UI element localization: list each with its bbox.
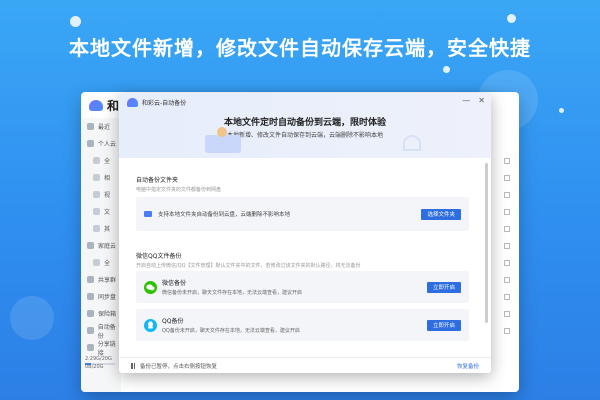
sidebar-item[interactable]: 个人云	[81, 135, 121, 152]
sidebar-item[interactable]: 分享链接	[81, 339, 121, 357]
sidebar-item[interactable]: 自动备份	[81, 322, 121, 340]
photo-icon	[93, 174, 100, 181]
resume-backup-link[interactable]: 恢复备份	[457, 362, 479, 370]
home-icon	[87, 242, 94, 249]
row-checkbox[interactable]	[504, 293, 510, 300]
storage-usage-2: 0B/20G	[85, 364, 104, 370]
row-checkbox[interactable]	[504, 276, 510, 283]
sidebar-item[interactable]: 共享群	[81, 271, 121, 288]
section-subtitle: 电脑中指定文件夹的文件都备份到网盘	[136, 187, 222, 193]
sidebar-item[interactable]: 全	[81, 254, 121, 271]
sidebar: 最近 个人云 全 相 视 文 其 家庭云 全 共享群 同步盘 保险箱 自动备份 …	[81, 118, 121, 392]
wechat-backup-card: 微信备份 微信备份未开启，聊天文件存在本地，无法云端查看，建议开启 立即开启	[136, 271, 469, 303]
dialog-title: 和彩云-自动备份	[142, 100, 187, 107]
sidebar-item[interactable]: 保险箱	[81, 305, 121, 322]
dialog-footer: 备份已暂停，点击右侧按钮恢复 恢复备份	[119, 357, 491, 373]
cloud-outline-illustration	[403, 135, 421, 151]
row-checkbox[interactable]	[504, 225, 510, 232]
more-icon	[93, 225, 100, 232]
close-button[interactable]: ✕	[478, 96, 485, 105]
chat-backup-section: 微信QQ文件备份 开启自动上传微信/QQ【文件管理】默认文件夹中的文件，若修改过…	[136, 251, 469, 269]
folder-card-text: 支持本地文件夹自动备份到云盘，云端删除不影响本地	[158, 212, 291, 218]
decor-bubble	[443, 66, 450, 73]
video-icon	[93, 191, 100, 198]
row-checkbox[interactable]	[504, 191, 510, 198]
enable-qq-backup-button[interactable]: 立即开启	[426, 319, 461, 331]
section-subtitle: 开启自动上传微信/QQ【文件管理】默认文件夹中的文件，若修改过该文件夹的默认路径…	[136, 263, 361, 269]
row-checkbox[interactable]	[504, 174, 510, 181]
row-checkbox[interactable]	[504, 310, 510, 317]
folder-icon	[93, 157, 100, 164]
decor-bubble	[507, 14, 516, 23]
row-checkbox[interactable]	[504, 157, 510, 164]
decor-bubble	[70, 16, 81, 27]
row-checkbox[interactable]	[504, 259, 510, 266]
qq-backup-desc: QQ备份未开启，聊天文件存在本地，无法云端查看，建议开启	[162, 328, 300, 334]
qq-icon	[144, 318, 157, 332]
backup-icon	[87, 327, 94, 334]
wechat-backup-desc: 微信备份未开启，聊天文件存在本地，无法云端查看，建议开启	[162, 290, 303, 296]
folder-icon	[93, 259, 100, 266]
backup-status-text: 备份已暂停，点击右侧按钮恢复	[140, 363, 218, 370]
banner-title: 本地文件定时自动备份到云端，限时体验	[223, 118, 386, 128]
laptop-illustration	[205, 135, 241, 153]
sidebar-item[interactable]: 最近	[81, 118, 121, 135]
dialog-banner: 和彩云-自动备份 — ✕ 本地文件定时自动备份到云端，限时体验 本地新增、修改文…	[119, 93, 491, 158]
folder-backup-card: 支持本地文件夹自动备份到云盘，云端删除不影响本地 选择文件夹	[136, 197, 469, 231]
decor-bubble	[10, 296, 54, 340]
row-checkbox[interactable]	[504, 327, 510, 334]
app-name: 和	[107, 98, 120, 113]
dialog-scrollbar[interactable]	[485, 163, 488, 323]
sidebar-item[interactable]: 相	[81, 169, 121, 186]
qq-backup-title: QQ备份	[162, 318, 184, 325]
decor-bubble	[559, 108, 564, 113]
wechat-backup-title: 微信备份	[162, 280, 187, 287]
document-icon	[93, 208, 100, 215]
sidebar-item[interactable]: 文	[81, 203, 121, 220]
cloud-logo-icon	[127, 98, 138, 107]
minimize-button[interactable]: —	[462, 96, 470, 105]
sidebar-item[interactable]: 全	[81, 152, 121, 169]
headline: 本地文件新增，修改文件自动保存云端，安全快捷	[69, 36, 531, 60]
choose-folder-button[interactable]: 选择文件夹	[421, 208, 461, 220]
cloud-logo-icon	[89, 99, 103, 111]
file-list-strip	[495, 118, 519, 392]
group-icon	[87, 276, 94, 283]
banner-subtitle: 本地新增、修改文件自动保存到云端，云端删除不影响本地	[226, 132, 383, 139]
sidebar-item[interactable]: 家庭云	[81, 237, 121, 254]
sync-icon	[87, 293, 94, 300]
pause-icon	[131, 362, 135, 369]
cloud-icon	[87, 140, 94, 147]
sidebar-item[interactable]: 同步盘	[81, 288, 121, 305]
enable-wechat-backup-button[interactable]: 立即开启	[426, 281, 461, 293]
storage-usage: 2.29G/20G	[85, 356, 112, 362]
row-checkbox[interactable]	[504, 242, 510, 249]
safe-icon	[87, 310, 94, 317]
row-checkbox[interactable]	[504, 208, 510, 215]
share-icon	[87, 344, 94, 351]
sidebar-item[interactable]: 视	[81, 186, 121, 203]
person-illustration	[217, 127, 227, 137]
folder-backup-section: 自动备份文件夹 电脑中指定文件夹的文件都备份到网盘	[136, 175, 469, 193]
folder-icon	[144, 211, 152, 217]
section-title: 微信QQ文件备份	[136, 253, 182, 260]
wechat-icon	[144, 280, 157, 294]
qq-backup-card: QQ备份 QQ备份未开启，聊天文件存在本地，无法云端查看，建议开启 立即开启	[136, 309, 469, 341]
auto-backup-dialog: 和彩云-自动备份 — ✕ 本地文件定时自动备份到云端，限时体验 本地新增、修改文…	[119, 93, 491, 373]
clock-icon	[87, 123, 94, 130]
sidebar-item[interactable]: 其	[81, 220, 121, 237]
section-title: 自动备份文件夹	[136, 177, 179, 184]
